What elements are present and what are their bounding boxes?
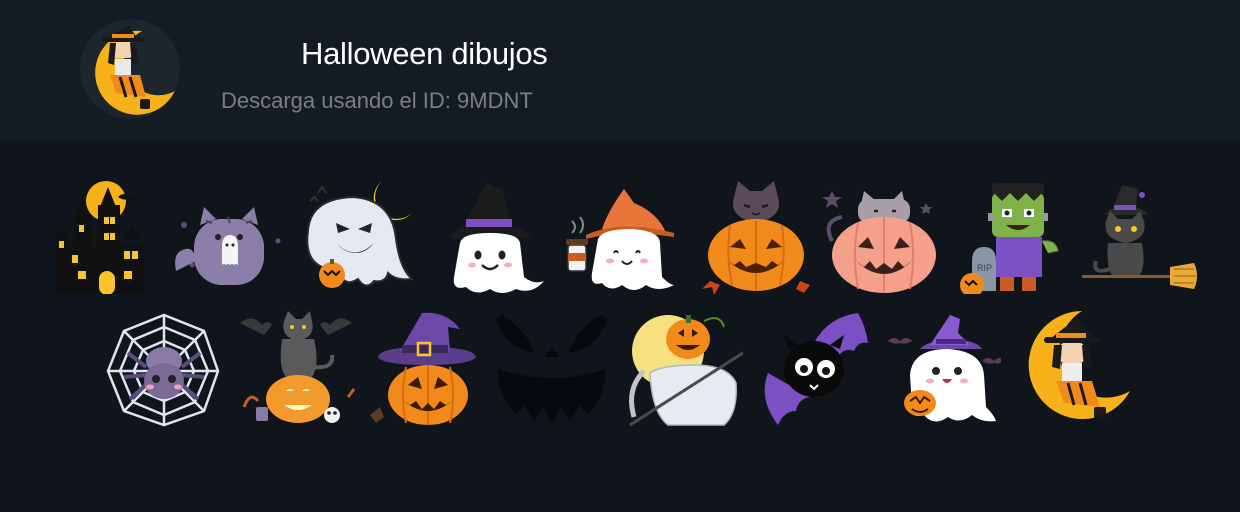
witch-hat-pumpkin-icon[interactable] — [370, 311, 485, 426]
pack-title: Halloween dibujos — [301, 36, 548, 71]
ghost-coffee-icon[interactable] — [562, 181, 677, 296]
cat-bats-pumpkin-icon[interactable] — [240, 311, 355, 426]
ghost-witch-hat-icon[interactable] — [432, 181, 547, 296]
jack-o-lantern-face-icon[interactable] — [494, 313, 609, 428]
haunted-house-icon[interactable] — [44, 179, 159, 294]
frankenstein-icon[interactable]: RIP — [952, 179, 1067, 294]
pack-avatar-witch-moon-icon — [80, 19, 180, 119]
ghost-witch-pumpkin-icon[interactable] — [886, 311, 1001, 426]
spider-web-icon[interactable] — [106, 313, 221, 428]
pack-download-id: Descarga usando el ID: 9MDNT — [221, 88, 533, 113]
pumpkin-reaper-icon[interactable] — [628, 313, 743, 428]
black-cat-broom-icon[interactable] — [1082, 185, 1197, 300]
cat-pumpkin-icon[interactable] — [822, 181, 937, 296]
gray-cat-ghost-icon[interactable] — [170, 181, 285, 296]
cat-in-pumpkin-icon[interactable] — [700, 181, 815, 296]
svg-text:RIP: RIP — [977, 263, 992, 273]
witch-on-moon-icon[interactable] — [1016, 309, 1131, 424]
ghost-moon-icon[interactable] — [300, 179, 415, 294]
cute-bat-icon[interactable] — [758, 313, 873, 428]
pack-header: Halloween dibujos Descarga usando el ID:… — [0, 0, 1240, 141]
sticker-grid: RIP — [0, 141, 1240, 512]
